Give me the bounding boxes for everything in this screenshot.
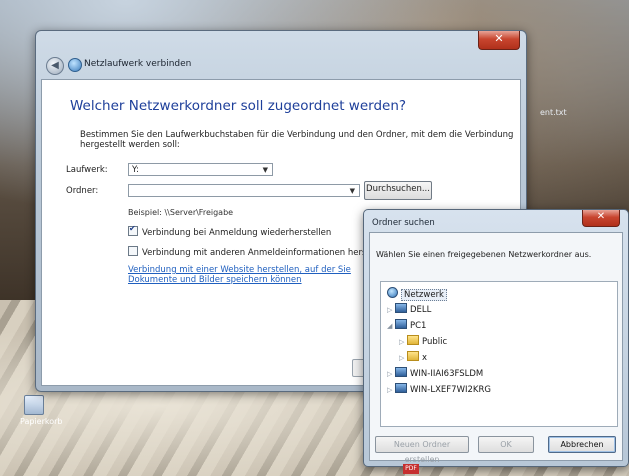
- close-icon: ✕: [596, 211, 606, 222]
- tree-node-dell[interactable]: ▷ DELL: [387, 303, 431, 315]
- pdf-file-icon[interactable]: PDF: [403, 464, 419, 474]
- dropdown-arrow-icon: ▼: [349, 187, 355, 195]
- reconnect-checkbox-row[interactable]: Verbindung bei Anmeldung wiederherstelle…: [128, 224, 332, 238]
- reconnect-checkbox[interactable]: [128, 224, 138, 236]
- browse-folder-dialog: Ordner suchen ✕ Wählen Sie einen freigeg…: [363, 209, 629, 467]
- recycle-bin-label: Papierkorb: [20, 417, 63, 426]
- browse-instruction: Wählen Sie einen freigegebenen Netzwerko…: [376, 250, 592, 259]
- page-title: Welcher Netzwerkordner soll zugeordnet w…: [70, 98, 407, 114]
- network-drive-icon: [68, 58, 82, 72]
- folder-tree[interactable]: Netzwerk ▷ DELL ◢ PC1 ▷ Public ▷ x ▷ WIN-IIAI…: [380, 281, 618, 427]
- instruction-text: Bestimmen Sie den Laufwerkbuchstaben für…: [80, 130, 514, 150]
- desktop-file-label[interactable]: ent.txt: [540, 108, 567, 117]
- network-icon: [387, 287, 398, 298]
- drive-select-value: Y:: [132, 165, 139, 175]
- dialog-title: Netzlaufwerk verbinden: [84, 59, 192, 69]
- computer-icon: [395, 319, 407, 329]
- tree-node-pc1[interactable]: ◢ PC1: [387, 319, 426, 331]
- tree-node-win1[interactable]: ▷ WIN-IIAI63FSLDM: [387, 367, 483, 379]
- tree-label: Public: [422, 337, 448, 347]
- browse-dialog-title: Ordner suchen: [372, 218, 435, 228]
- tree-node-network[interactable]: Netzwerk: [387, 287, 447, 301]
- tree-label: PC1: [410, 321, 427, 331]
- tree-label: DELL: [410, 305, 432, 315]
- dialog-titlebar: ✕ ◀ Netzlaufwerk verbinden: [36, 31, 526, 79]
- browse-dialog-content: Wählen Sie einen freigegebenen Netzwerko…: [369, 232, 623, 464]
- tree-label: WIN-LXEF7WI2KRG: [410, 385, 491, 395]
- shared-folder-icon: [407, 335, 419, 345]
- tree-label: x: [422, 353, 428, 363]
- example-text: Beispiel: \\Server\Freigabe: [128, 208, 234, 217]
- other-credentials-label: Verbindung mit anderen Anmeldeinformatio…: [142, 248, 391, 258]
- expand-arrow-icon[interactable]: ▷: [387, 370, 395, 378]
- tree-node-win2[interactable]: ▷ WIN-LXEF7WI2KRG: [387, 383, 491, 395]
- close-icon: ✕: [494, 32, 504, 45]
- folder-label: Ordner:: [66, 186, 99, 196]
- computer-icon: [395, 303, 407, 313]
- expand-arrow-icon[interactable]: ▷: [399, 338, 407, 346]
- ok-button[interactable]: OK: [478, 436, 534, 453]
- expand-arrow-icon[interactable]: ▷: [387, 386, 395, 394]
- computer-icon: [395, 367, 407, 377]
- drive-label: Laufwerk:: [66, 165, 108, 175]
- other-credentials-checkbox[interactable]: [128, 246, 138, 256]
- tree-node-public[interactable]: ▷ Public: [399, 335, 447, 347]
- browse-close-button[interactable]: ✕: [582, 210, 620, 227]
- back-arrow-icon: ◀: [51, 60, 59, 71]
- cancel-button[interactable]: Abbrechen: [548, 436, 616, 453]
- other-credentials-checkbox-row[interactable]: Verbindung mit anderen Anmeldeinformatio…: [128, 246, 390, 258]
- folder-input[interactable]: ▼: [128, 184, 360, 197]
- back-button[interactable]: ◀: [46, 57, 64, 75]
- computer-icon: [395, 383, 407, 393]
- expand-arrow-icon[interactable]: ▷: [387, 306, 395, 314]
- drive-select[interactable]: Y: ▼: [128, 163, 273, 176]
- shared-folder-icon: [407, 351, 419, 361]
- recycle-bin-shortcut[interactable]: Papierkorb: [20, 395, 63, 426]
- dropdown-arrow-icon: ▼: [262, 166, 268, 174]
- new-folder-button[interactable]: Neuen Ordner erstellen: [375, 436, 469, 464]
- collapse-arrow-icon[interactable]: ◢: [387, 322, 395, 330]
- browse-button[interactable]: Durchsuchen...: [364, 181, 432, 200]
- recycle-bin-icon: [24, 395, 44, 415]
- reconnect-label: Verbindung bei Anmeldung wiederherstelle…: [142, 228, 332, 238]
- expand-arrow-icon[interactable]: ▷: [399, 354, 407, 362]
- tree-label: Netzwerk: [401, 289, 447, 301]
- tree-node-x[interactable]: ▷ x: [399, 351, 427, 363]
- website-link[interactable]: Verbindung mit einer Website herstellen,…: [128, 265, 368, 285]
- close-button[interactable]: ✕: [478, 31, 520, 50]
- tree-label: WIN-IIAI63FSLDM: [410, 369, 484, 379]
